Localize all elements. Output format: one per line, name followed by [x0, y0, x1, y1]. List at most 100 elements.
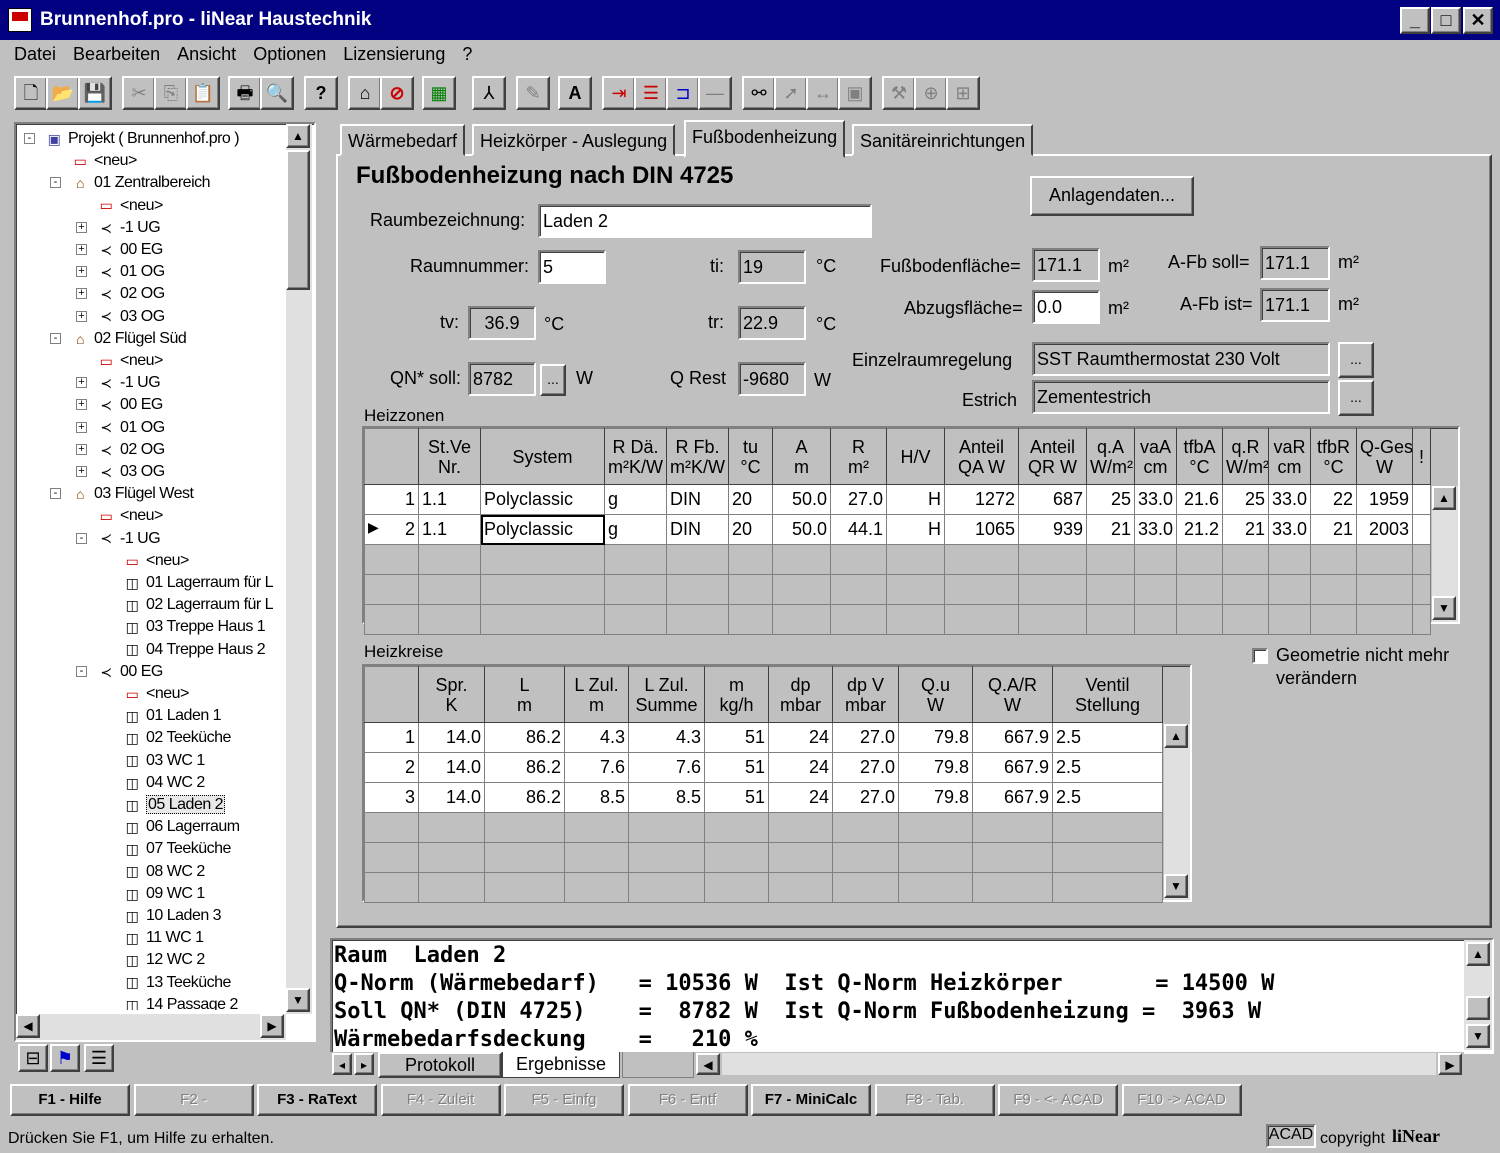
paste-icon[interactable]: 📋 [186, 76, 220, 110]
tree-item[interactable]: ▭ <neu> [96, 505, 164, 527]
tree-item[interactable]: ▭ <neu> [122, 683, 190, 705]
tree-tab-icon-2[interactable]: ⚑ [50, 1044, 80, 1072]
tree-item[interactable]: ◫ 01 Laden 1 [122, 705, 222, 727]
heizkreise-cell[interactable]: 14.0 [418, 752, 485, 783]
heizzonen-header[interactable]: vaR cm [1268, 428, 1311, 485]
project-tree[interactable]: - ▣ Projekt ( Brunnenhof.pro ) ▭ <neu> - ⌂ 01 Z… [14, 122, 316, 1042]
heizkreise-header[interactable]: m kg/h [704, 666, 769, 723]
geometrie-checkbox[interactable] [1252, 648, 1268, 664]
heizzonen-cell[interactable]: 21.6 [1176, 484, 1223, 515]
minimize-button[interactable]: _ [1400, 7, 1430, 34]
tab-heizkoerper[interactable]: Heizkörper - Auslegung [472, 124, 676, 156]
row-header[interactable] [364, 574, 419, 605]
heizzonen-cell[interactable] [1310, 574, 1357, 605]
fkey-button[interactable]: F1 - Hilfe [10, 1084, 130, 1116]
heizkreise-cell[interactable]: 79.8 [898, 752, 973, 783]
einzelraumregelung-input[interactable]: SST Raumthermostat 230 Volt [1032, 342, 1330, 376]
heizzonen-header[interactable]: tu °C [728, 428, 773, 485]
pipe-icon[interactable]: ⅄ [472, 76, 506, 110]
heizkreise-cell[interactable] [628, 872, 705, 903]
heizkreise-cell[interactable] [898, 842, 973, 873]
heizzonen-row[interactable]: 1 1.1 Polyclassic g DIN 20 50.0 27.0 H 1272 687 25 3… [364, 484, 1431, 515]
tree-item[interactable]: ▭ <neu> [70, 150, 138, 172]
app-icon[interactable] [8, 8, 32, 32]
fkey-button[interactable]: F3 - RaText [257, 1084, 377, 1116]
heizkreise-row[interactable] [364, 872, 1163, 903]
heizkreise-header[interactable]: Q.u W [898, 666, 973, 723]
heizzonen-cell[interactable]: 33.0 [1268, 484, 1311, 515]
heizkreise-cell[interactable]: 86.2 [484, 722, 565, 753]
heizkreise-cell[interactable] [972, 812, 1053, 843]
cut-icon[interactable]: ✂ [122, 76, 156, 110]
heizkreise-header[interactable]: L Zul. Summe [628, 666, 705, 723]
fkey-button[interactable]: F4 - Zuleit [380, 1084, 501, 1116]
heizkreise-cell[interactable] [564, 842, 629, 873]
expand-icon[interactable]: + [76, 466, 87, 477]
row-header[interactable]: 1 [364, 722, 419, 753]
heizkreise-cell[interactable]: 51 [704, 782, 769, 813]
heizzonen-cell[interactable] [1176, 604, 1223, 635]
tree-item[interactable]: ◫ 01 Lagerraum für L [122, 572, 274, 594]
heizkreise-cell[interactable] [768, 842, 833, 873]
line-icon[interactable]: — [698, 76, 732, 110]
heizkreise-cell[interactable]: 86.2 [484, 782, 565, 813]
hscroll-left-icon[interactable]: ◀ [696, 1053, 720, 1075]
heizzonen-table[interactable]: St.Ve Nr. System R Dä. m²K/W R Fb. m²K/W tu … [364, 428, 1431, 635]
tree-hscrollbar[interactable]: ◀ ▶ [16, 1014, 286, 1040]
raumnummer-input[interactable]: 5 [538, 250, 606, 284]
heizzonen-cell[interactable]: 21 [1086, 514, 1135, 545]
heizkreise-cell[interactable]: 27.0 [832, 752, 899, 783]
collapse-icon[interactable]: - [50, 177, 61, 189]
heizkreise-cell[interactable]: 8.5 [628, 782, 705, 813]
tree-item[interactable]: ◫ 03 WC 1 [122, 750, 206, 772]
scroll-left-icon[interactable]: ◀ [16, 1014, 40, 1038]
close-button[interactable]: ✕ [1463, 7, 1493, 34]
heizkreise-cell[interactable] [832, 872, 899, 903]
tab-waermebedarf[interactable]: Wärmebedarf [340, 124, 466, 156]
heizkreise-cell[interactable] [898, 812, 973, 843]
scroll-down-icon[interactable]: ▼ [286, 988, 310, 1012]
heizzonen-header[interactable]: Anteil QR W [1018, 428, 1087, 485]
tree-item[interactable]: ≺ 01 OG [96, 417, 165, 439]
heizkreise-cell[interactable] [564, 812, 629, 843]
heizzonen-cell[interactable] [772, 544, 831, 575]
heizzonen-cell[interactable]: 33.0 [1134, 484, 1177, 515]
heizzonen-header[interactable]: R Dä. m²K/W [604, 428, 667, 485]
menu-ansicht[interactable]: Ansicht [171, 40, 242, 68]
estrich-input[interactable]: Zementestrich [1032, 380, 1330, 414]
heizzonen-cell[interactable] [1018, 544, 1087, 575]
raumbezeichnung-input[interactable]: Laden 2 [538, 204, 872, 238]
heizkreise-header[interactable]: dp mbar [768, 666, 833, 723]
collapse-icon[interactable]: - [76, 665, 87, 677]
tab-protokoll[interactable]: Protokoll [378, 1052, 502, 1078]
collapse-icon[interactable]: - [50, 488, 61, 500]
tree-item[interactable]: ≺ 00 EG [96, 394, 163, 416]
tree-item[interactable]: ≺ 00 EG [96, 239, 163, 261]
collapse-icon[interactable]: - [24, 133, 35, 144]
expand-icon[interactable]: + [76, 310, 87, 322]
fkey-button[interactable]: F8 - Tab. [874, 1084, 995, 1116]
heizkreise-header[interactable]: Ventil Stellung [1052, 666, 1163, 723]
heizkreise-cell[interactable] [898, 872, 973, 903]
heizzonen-cell[interactable] [728, 574, 773, 605]
qn-soll-input[interactable]: 8782 [468, 362, 536, 396]
heizzonen-cell[interactable] [604, 604, 667, 635]
heizzonen-cell[interactable] [1086, 574, 1135, 605]
heizkreise-header[interactable]: Spr. K [418, 666, 485, 723]
output-scrollbar[interactable]: ▲ ▼ [1464, 940, 1492, 1050]
print-icon[interactable]: 🖶 [228, 76, 262, 110]
hscroll-right-icon[interactable]: ▶ [1438, 1053, 1462, 1075]
heizzonen-cell[interactable] [1134, 574, 1177, 605]
heizkreise-header[interactable]: dp V mbar [832, 666, 899, 723]
scroll-up-icon[interactable]: ▲ [1164, 724, 1188, 748]
heizkreise-cell[interactable]: 2.5 [1052, 722, 1163, 753]
help-icon[interactable]: ? [304, 76, 338, 110]
heizkreise-cell[interactable]: 27.0 [832, 722, 899, 753]
heizzonen-cell[interactable] [1176, 574, 1223, 605]
heizzonen-cell[interactable] [886, 604, 945, 635]
tree-item[interactable]: ◫ 02 Teeküche [122, 727, 232, 749]
fkey-button[interactable]: F10 -> ACAD [1121, 1084, 1242, 1116]
heizkreise-cell[interactable]: 24 [768, 782, 833, 813]
estrich-browse-button[interactable]: ... [1338, 380, 1374, 416]
tree-item[interactable]: ◫ 13 Teeküche [122, 972, 232, 994]
